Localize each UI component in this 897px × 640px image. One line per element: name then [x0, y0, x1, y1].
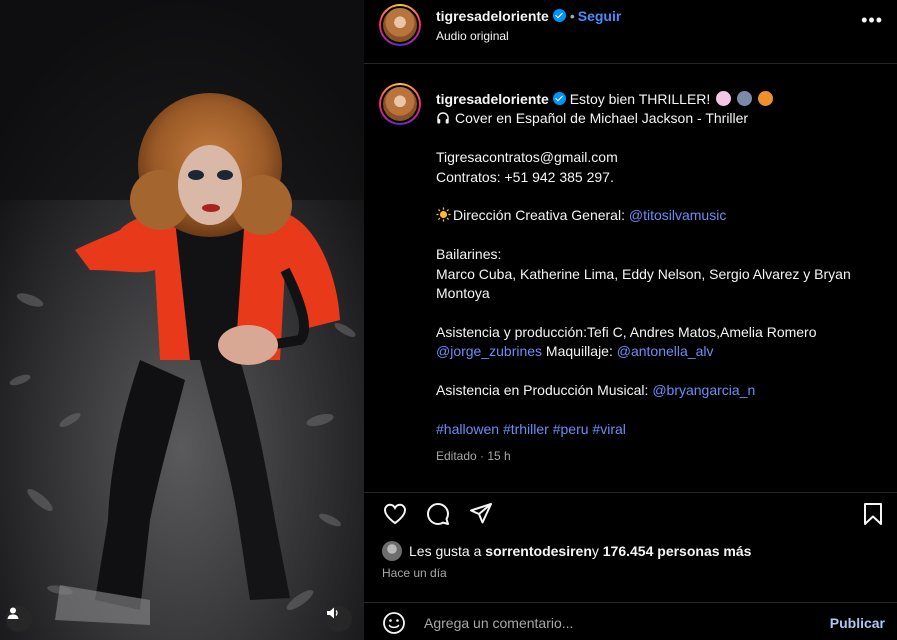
comment-icon[interactable]	[425, 501, 451, 527]
verified-badge-icon	[552, 92, 566, 105]
mention-jorge-zubrines[interactable]: @jorge_zubrines	[436, 343, 542, 359]
caption-author-avatar[interactable]	[379, 83, 421, 125]
verified-badge-icon	[552, 9, 566, 22]
mention-bryangarcia-n[interactable]: @bryangarcia_n	[652, 382, 755, 398]
liker-username[interactable]: sorrentodesiren	[485, 543, 592, 559]
likes-summary: Les gusta a sorrentodesiren y 176.454 pe…	[382, 541, 751, 561]
comment-input[interactable]	[424, 611, 804, 635]
tagged-users-button[interactable]	[6, 606, 32, 632]
caption-dancers-label: Bailarines:	[436, 246, 502, 263]
post-caption: tigresadeloriente Estoy bien THRILLER! C…	[436, 90, 881, 467]
caption-assist-line: Asistencia y producción:Tefi C, Andres M…	[436, 323, 817, 340]
liker-avatar[interactable]	[382, 541, 402, 561]
mention-antonella-alv[interactable]: @antonella_alv	[617, 343, 714, 359]
publish-button[interactable]: Publicar	[830, 615, 885, 631]
caption-makeup-label: Maquillaje:	[542, 343, 617, 360]
caption-email: Tigresacontratos@gmail.com	[436, 149, 618, 166]
caption-title: Estoy bien THRILLER!	[569, 91, 711, 107]
more-options-icon[interactable]: •••	[861, 10, 883, 31]
sun-icon	[436, 207, 451, 222]
caption-username[interactable]: tigresadeloriente	[436, 91, 549, 107]
caption-music-line: Asistencia en Producción Musical: @bryan…	[436, 381, 881, 400]
author-username[interactable]: tigresadeloriente	[436, 8, 549, 24]
user-tag-icon	[7, 607, 19, 619]
caption-direction-label: Dirección Creativa General:	[453, 207, 629, 224]
likes-middle: y	[591, 543, 599, 559]
speaker-icon	[327, 607, 338, 619]
comment-bar: Publicar	[364, 602, 897, 640]
caption-audio-line: Cover en Español de Michael Jackson - Th…	[436, 109, 881, 128]
headphones-icon	[437, 112, 449, 124]
separator-dot: •	[569, 8, 575, 24]
caption-audio-text: Cover en Español de Michael Jackson - Th…	[455, 110, 749, 127]
post-panel: tigresadeloriente • Seguir Audio original …	[364, 0, 897, 640]
heart-icon[interactable]	[382, 501, 408, 527]
post-media[interactable]	[0, 0, 364, 640]
post-header: tigresadeloriente • Seguir Audio original …	[364, 0, 897, 64]
tiger-emoji-icon	[757, 91, 773, 106]
caption-direction-line: Dirección Creativa General: @titosilvamu…	[436, 206, 881, 225]
author-name-row: tigresadeloriente • Seguir	[436, 8, 621, 24]
likes-count[interactable]: 176.454 personas más	[603, 543, 752, 559]
emoji-icon[interactable]	[382, 611, 406, 635]
author-avatar[interactable]	[379, 4, 421, 46]
send-icon[interactable]	[468, 501, 494, 527]
ghost-emoji-icon	[716, 91, 732, 106]
caption-title-line: tigresadeloriente Estoy bien THRILLER!	[436, 90, 881, 109]
video-frame-image	[0, 0, 364, 640]
follow-button[interactable]: Seguir	[578, 8, 622, 24]
caption-edited-time: Editado · 15 h	[436, 449, 511, 464]
caption-area: tigresadeloriente Estoy bien THRILLER! C…	[364, 65, 897, 492]
caption-hashtags[interactable]: #hallowen #trhiller #peru #viral	[436, 420, 881, 439]
likes-prefix: Les gusta a	[409, 543, 482, 559]
bookmark-icon[interactable]	[860, 501, 886, 527]
caption-dancers: Marco Cuba, Katherine Lima, Eddy Nelson,…	[436, 265, 851, 302]
mention-titosilvamusic[interactable]: @titosilvamusic	[629, 207, 726, 223]
sound-toggle-button[interactable]	[326, 606, 352, 632]
audio-original-link[interactable]: Audio original	[436, 29, 509, 43]
post-time-ago[interactable]: Hace un día	[382, 566, 447, 580]
dancers-emoji-icon	[737, 91, 753, 106]
caption-assist-handles: @jorge_zubrines Maquillaje: @antonella_a…	[436, 342, 881, 361]
caption-music-label: Asistencia en Producción Musical:	[436, 382, 653, 399]
caption-contracts: Contratos: +51 942 385 297.	[436, 168, 614, 185]
